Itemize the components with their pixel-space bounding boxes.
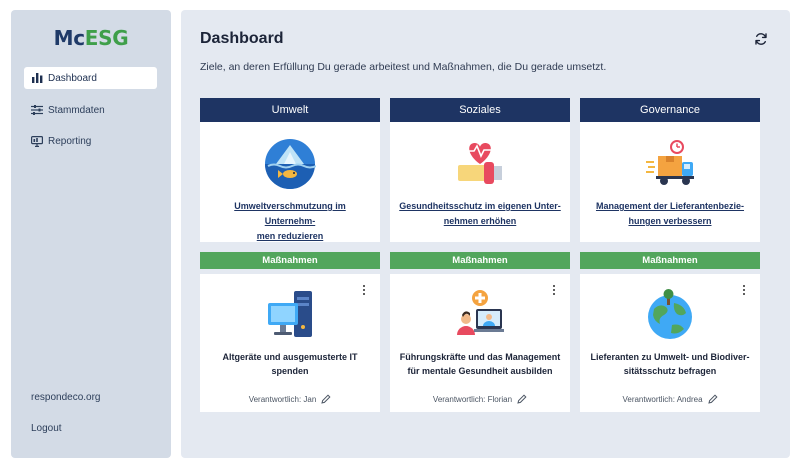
responsible-row: Verantwortlich: Jan xyxy=(200,394,380,404)
goal-card: Gesundheitsschutz im eigenen Unter- nehm… xyxy=(390,122,570,242)
sidebar-item-label: Reporting xyxy=(48,135,92,147)
website-link[interactable]: respondeco.org xyxy=(31,392,101,403)
sidebar-item-dashboard[interactable]: Dashboard xyxy=(24,67,157,89)
responsible-label: Verantwortlich: Florian xyxy=(432,394,513,404)
measure-title-line: spenden xyxy=(271,366,309,376)
app-logo[interactable]: McESG xyxy=(11,26,171,50)
category-column-governance: Governance Management der Lieferantenbez… xyxy=(580,98,760,412)
measure-title-line: Führungskräfte und das Management xyxy=(399,352,561,362)
measures-bar[interactable]: Maßnahmen xyxy=(390,252,570,269)
goal-card: Umweltverschmutzung im Unternehm- men re… xyxy=(200,122,380,242)
main-panel: Dashboard Ziele, an deren Erfüllung Du g… xyxy=(181,10,790,458)
responsible-row: Verantwortlich: Florian xyxy=(390,394,570,404)
measure-title: Lieferanten zu Umwelt- und Biodiver- sit… xyxy=(586,350,754,378)
measure-title-line: sitätsschutz befragen xyxy=(623,366,717,376)
responsible-row: Verantwortlich: Andrea xyxy=(580,394,760,404)
video-consultation-icon xyxy=(454,289,506,341)
earth-icon xyxy=(644,289,696,341)
computer-icon xyxy=(264,289,316,341)
goal-link[interactable]: Management der Lieferantenbezie- hungen … xyxy=(588,199,752,229)
measure-title: Führungskräfte und das Management für me… xyxy=(396,350,564,378)
measure-card: Altgeräte und ausgemusterte IT spenden V… xyxy=(200,274,380,412)
goal-link[interactable]: Umweltverschmutzung im Unternehm- men re… xyxy=(208,199,372,244)
edit-pencil-icon[interactable] xyxy=(517,394,527,404)
goal-title-line: hungen verbessern xyxy=(628,216,712,226)
sidebar-item-label: Stammdaten xyxy=(48,104,105,116)
measure-card: Führungskräfte und das Management für me… xyxy=(390,274,570,412)
heart-hand-icon xyxy=(454,138,506,190)
measure-title-line: Altgeräte und ausgemusterte IT xyxy=(222,352,358,362)
sidebar-item-reporting[interactable]: Reporting xyxy=(24,130,157,152)
sidebar-item-stammdaten[interactable]: Stammdaten xyxy=(24,99,157,121)
responsible-label: Verantwortlich: Andrea xyxy=(622,394,703,404)
edit-pencil-icon[interactable] xyxy=(321,394,331,404)
logo-text-mc: Mc xyxy=(53,26,85,50)
more-options-icon[interactable] xyxy=(741,284,747,296)
responsible-label: Verantwortlich: Jan xyxy=(248,394,317,404)
refresh-icon[interactable] xyxy=(754,32,768,46)
category-header: Umwelt xyxy=(200,98,380,122)
category-header: Governance xyxy=(580,98,760,122)
measure-card: Lieferanten zu Umwelt- und Biodiver- sit… xyxy=(580,274,760,412)
goal-title-line: Management der Lieferantenbezie- xyxy=(595,201,745,211)
edit-pencil-icon[interactable] xyxy=(707,394,718,404)
logout-link[interactable]: Logout xyxy=(31,423,62,434)
more-options-icon[interactable] xyxy=(551,284,557,296)
goal-title-line: nehmen erhöhen xyxy=(443,216,517,226)
sidebar-item-label: Dashboard xyxy=(48,72,97,84)
sliders-icon xyxy=(31,104,43,116)
goal-title-line: men reduzieren xyxy=(256,231,324,241)
goal-title-line: Gesundheitsschutz im eigenen Unter- xyxy=(399,201,561,211)
delivery-truck-icon xyxy=(644,138,696,190)
goal-title-line: Umweltverschmutzung im Unternehm- xyxy=(234,201,346,226)
sidebar: McESG Dashboard Stammdaten Reporting res… xyxy=(11,10,171,458)
report-icon xyxy=(31,135,43,147)
goal-link[interactable]: Gesundheitsschutz im eigenen Unter- nehm… xyxy=(398,199,562,229)
polluted-water-icon xyxy=(264,138,317,190)
measures-bar[interactable]: Maßnahmen xyxy=(580,252,760,269)
bar-chart-icon xyxy=(31,72,43,84)
goal-card: Management der Lieferantenbezie- hungen … xyxy=(580,122,760,242)
measures-bar[interactable]: Maßnahmen xyxy=(200,252,380,269)
page-subtitle: Ziele, an deren Erfüllung Du gerade arbe… xyxy=(200,61,607,73)
logo-text-esg: ESG xyxy=(84,26,129,50)
category-column-umwelt: Umwelt Umweltverschmutzung im Unternehm-… xyxy=(200,98,380,412)
more-options-icon[interactable] xyxy=(361,284,367,296)
category-header: Soziales xyxy=(390,98,570,122)
measure-title: Altgeräte und ausgemusterte IT spenden xyxy=(206,350,374,378)
category-column-soziales: Soziales Gesundheitsschutz im eigenen Un… xyxy=(390,98,570,412)
measure-title-line: Lieferanten zu Umwelt- und Biodiver- xyxy=(590,352,750,362)
page-title: Dashboard xyxy=(200,30,284,47)
measure-title-line: für mentale Gesundheit ausbilden xyxy=(407,366,553,376)
